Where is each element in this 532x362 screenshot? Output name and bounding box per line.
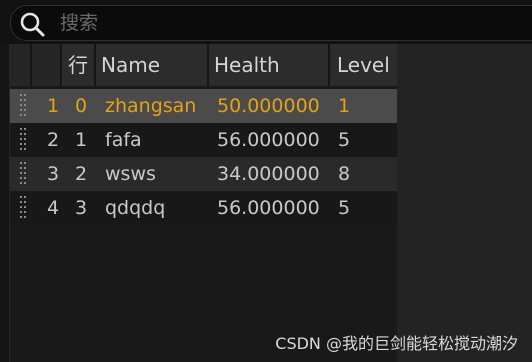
row-number: 2	[75, 163, 88, 185]
drag-handle-icon[interactable]	[20, 94, 26, 118]
cell-health[interactable]: 56.000000	[217, 123, 320, 157]
header-index-column	[32, 44, 62, 86]
row-number: 3	[75, 197, 88, 219]
drag-handle-icon[interactable]	[20, 162, 26, 186]
watermark: CSDN @我的巨剑能轻松搅动潮汐	[275, 334, 518, 353]
table-row[interactable]: 3 2 wsws 34.000000 8	[10, 157, 397, 191]
cell-health[interactable]: 34.000000	[217, 157, 320, 191]
row-number: 0	[75, 95, 88, 117]
column-header-name[interactable]: Name	[96, 44, 209, 86]
cell-name[interactable]: qdqdq	[105, 191, 165, 225]
row-index: 1	[47, 95, 60, 117]
column-header-row[interactable]: 行	[62, 44, 96, 86]
row-index: 3	[47, 163, 60, 185]
table-row[interactable]: 2 1 fafa 56.000000 5	[10, 123, 397, 157]
search-bar	[0, 0, 532, 44]
cell-level[interactable]: 5	[338, 191, 350, 225]
search-icon[interactable]	[19, 11, 45, 37]
search-box[interactable]	[10, 5, 532, 41]
column-header-level[interactable]: Level	[330, 44, 397, 86]
cell-level[interactable]: 8	[338, 157, 350, 191]
row-index: 2	[47, 129, 60, 151]
table-row[interactable]: 1 0 zhangsan 50.000000 1	[10, 89, 397, 123]
drag-handle-icon[interactable]	[20, 196, 26, 220]
cell-name[interactable]: zhangsan	[105, 89, 196, 123]
table-header: 行 Name Health Level	[10, 44, 397, 86]
drag-handle-icon[interactable]	[20, 128, 26, 152]
cell-level[interactable]: 5	[338, 123, 350, 157]
table-row[interactable]: 4 3 qdqdq 56.000000 5	[10, 191, 397, 225]
cell-name[interactable]: fafa	[105, 123, 142, 157]
cell-health[interactable]: 56.000000	[217, 191, 320, 225]
cell-name[interactable]: wsws	[105, 157, 156, 191]
row-number: 1	[75, 129, 88, 151]
header-grip-column	[10, 44, 32, 86]
left-edge-strip	[0, 44, 10, 362]
column-header-health[interactable]: Health	[209, 44, 330, 86]
search-input[interactable]	[60, 6, 500, 40]
empty-side-panel	[397, 44, 532, 362]
cell-health[interactable]: 50.000000	[217, 89, 320, 123]
cell-level[interactable]: 1	[338, 89, 350, 123]
row-index: 4	[47, 197, 60, 219]
